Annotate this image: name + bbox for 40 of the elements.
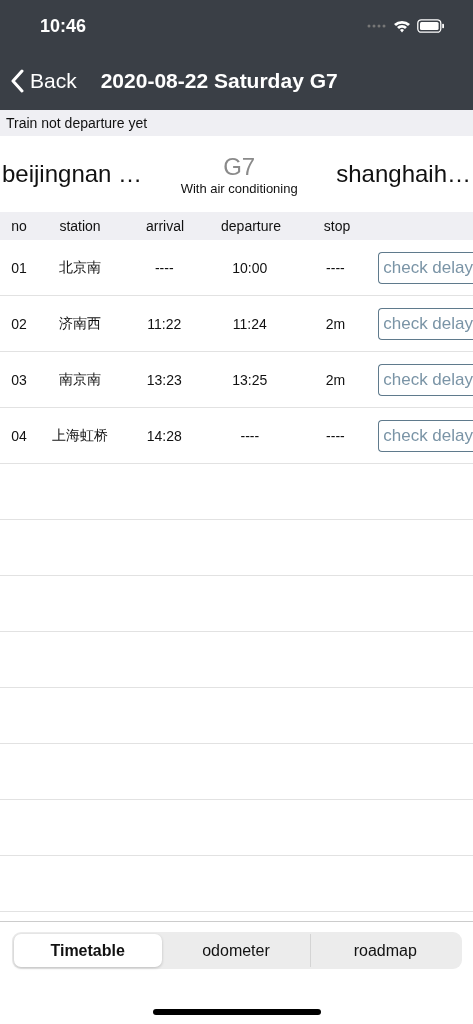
table-cell-text: 13:23 xyxy=(145,371,183,388)
status-notice: Train not departure yet xyxy=(0,110,473,136)
origin-station: beijingnan … xyxy=(2,160,143,188)
service-label: With air conditioning xyxy=(180,180,298,196)
table-cell-text: 04 xyxy=(10,427,28,444)
column-header: departure xyxy=(220,218,282,234)
segment-tab[interactable]: roadmap xyxy=(310,934,460,967)
table-cell-text: 10:00 xyxy=(231,259,269,276)
table-cell-text: 14:28 xyxy=(145,427,183,444)
wifi-icon xyxy=(393,19,411,33)
segment-tab[interactable]: Timetable xyxy=(13,934,162,967)
train-number: G7 xyxy=(223,152,256,181)
table-cell-text: ---- xyxy=(325,427,346,444)
back-button[interactable]: Back xyxy=(10,69,77,93)
table-cell-text: ---- xyxy=(153,259,175,276)
destination-station: shanghaih… xyxy=(336,160,471,188)
table-cell-text: ---- xyxy=(239,427,261,444)
table-cell-text: 13:25 xyxy=(231,371,269,388)
table-cell-text: 南京南 xyxy=(57,370,102,389)
column-header: no xyxy=(10,218,28,234)
table-cell-text: ---- xyxy=(325,259,346,276)
table-cell-text: 01 xyxy=(10,259,28,276)
chevron-left-icon xyxy=(10,69,24,93)
table-cell-text: 北京南 xyxy=(57,258,102,277)
table-cell-text: 03 xyxy=(10,371,28,388)
table-cell-text: 上海虹桥 xyxy=(50,426,109,445)
column-header: arrival xyxy=(144,218,186,234)
segment-tab[interactable]: odometer xyxy=(161,934,311,967)
column-header: station xyxy=(58,218,102,234)
table-cell-text: 2m xyxy=(324,315,347,332)
signal-icon xyxy=(367,24,387,28)
table-cell-text: 02 xyxy=(10,315,28,332)
table-cell-text: 2m xyxy=(324,371,347,388)
column-header: stop xyxy=(322,218,352,234)
table-cell-text: 11:24 xyxy=(231,315,268,332)
battery-icon xyxy=(417,19,445,33)
table-cell-text: 济南西 xyxy=(57,314,102,333)
screen-title: 2020-08-22 Saturday G7 xyxy=(100,69,338,93)
table-cell-text: 11:22 xyxy=(146,315,183,332)
status-time: 10:46 xyxy=(40,15,87,37)
